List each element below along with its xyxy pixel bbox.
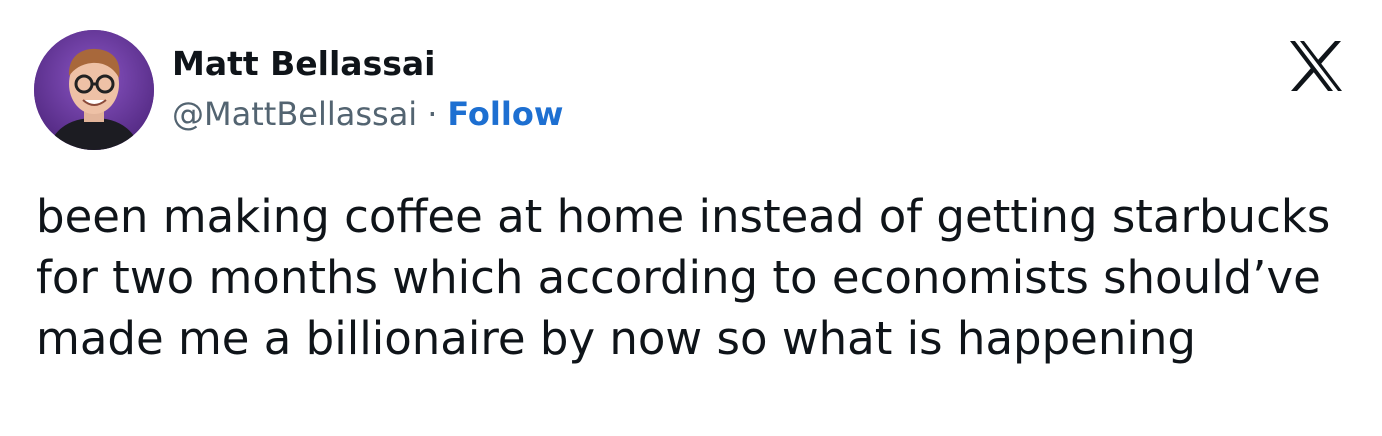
profile-photo-icon	[34, 30, 154, 150]
separator-dot: ·	[427, 95, 438, 133]
author-handle[interactable]: @MattBellassai	[172, 95, 417, 133]
author-avatar[interactable]	[34, 30, 154, 150]
tweet-card: Matt Bellassai @MattBellassai · Follow bee…	[0, 0, 1382, 436]
follow-button[interactable]: Follow	[447, 95, 563, 133]
author-meta-row: @MattBellassai · Follow	[172, 94, 563, 134]
author-display-name[interactable]: Matt Bellassai	[172, 44, 435, 84]
tweet-text: been making coffee at home instead of ge…	[36, 190, 1331, 365]
x-logo-icon[interactable]	[1286, 38, 1346, 94]
